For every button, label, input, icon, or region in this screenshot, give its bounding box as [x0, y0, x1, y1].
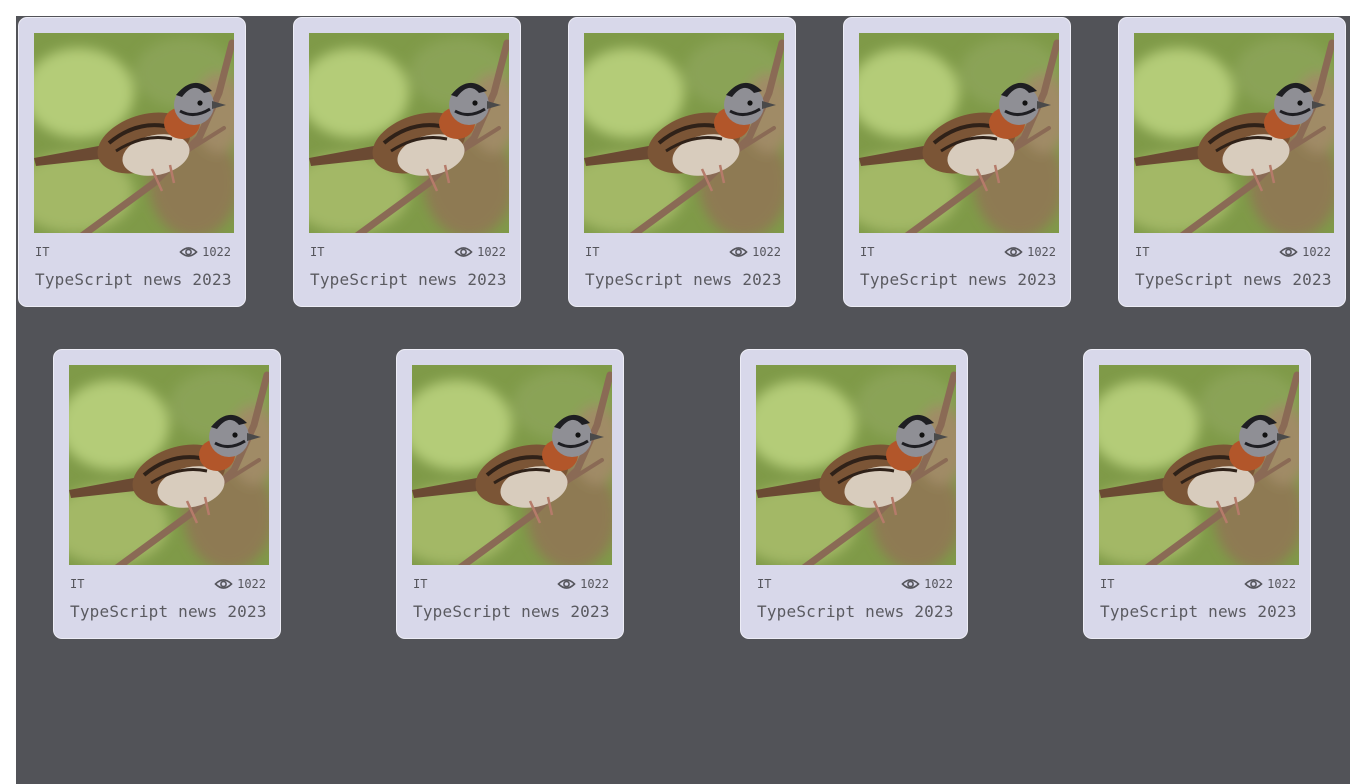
article-title[interactable]: TypeScript news 2023: [413, 602, 610, 621]
view-count-value: 1022: [1302, 245, 1331, 259]
article-title[interactable]: TypeScript news 2023: [860, 270, 1057, 289]
category-label: IT: [310, 245, 325, 259]
article-title[interactable]: TypeScript news 2023: [585, 270, 782, 289]
eye-icon: [214, 577, 233, 591]
article-image: [1134, 33, 1334, 233]
view-count-value: 1022: [1027, 245, 1056, 259]
category-label: IT: [1100, 577, 1115, 591]
article-image: [69, 365, 269, 565]
article-title[interactable]: TypeScript news 2023: [70, 602, 267, 621]
view-count: 1022: [1004, 245, 1056, 259]
eye-icon: [1004, 245, 1023, 259]
article-title[interactable]: TypeScript news 2023: [1135, 270, 1332, 289]
eye-icon: [901, 577, 920, 591]
category-label: IT: [35, 245, 50, 259]
eye-icon: [557, 577, 576, 591]
eye-icon: [729, 245, 748, 259]
view-count: 1022: [179, 245, 231, 259]
view-count-value: 1022: [752, 245, 781, 259]
article-card[interactable]: IT 1022 TypeScript news 2023: [293, 17, 521, 307]
category-label: IT: [1135, 245, 1150, 259]
view-count: 1022: [1279, 245, 1331, 259]
view-count: 1022: [729, 245, 781, 259]
view-count-value: 1022: [237, 577, 266, 591]
article-card[interactable]: IT 1022 TypeScript news 2023: [843, 17, 1071, 307]
view-count-value: 1022: [477, 245, 506, 259]
eye-icon: [1244, 577, 1263, 591]
article-image: [412, 365, 612, 565]
view-count: 1022: [1244, 577, 1296, 591]
article-card[interactable]: IT 1022 TypeScript news 2023: [18, 17, 246, 307]
view-count-value: 1022: [924, 577, 953, 591]
article-image: [859, 33, 1059, 233]
view-count: 1022: [214, 577, 266, 591]
view-count-value: 1022: [202, 245, 231, 259]
article-card[interactable]: IT 1022 TypeScript news 2023: [568, 17, 796, 307]
view-count: 1022: [557, 577, 609, 591]
article-card[interactable]: IT 1022 TypeScript news 2023: [396, 349, 624, 639]
article-title[interactable]: TypeScript news 2023: [1100, 602, 1297, 621]
article-card[interactable]: IT 1022 TypeScript news 2023: [1118, 17, 1346, 307]
article-image: [1099, 365, 1299, 565]
view-count-value: 1022: [580, 577, 609, 591]
article-card[interactable]: IT 1022 TypeScript news 2023: [740, 349, 968, 639]
view-count-value: 1022: [1267, 577, 1296, 591]
category-label: IT: [585, 245, 600, 259]
category-label: IT: [413, 577, 428, 591]
category-label: IT: [860, 245, 875, 259]
view-count: 1022: [901, 577, 953, 591]
article-card[interactable]: IT 1022 TypeScript news 2023: [1083, 349, 1311, 639]
category-label: IT: [757, 577, 772, 591]
article-image: [584, 33, 784, 233]
category-label: IT: [70, 577, 85, 591]
view-count: 1022: [454, 245, 506, 259]
article-card[interactable]: IT 1022 TypeScript news 2023: [53, 349, 281, 639]
article-image: [309, 33, 509, 233]
eye-icon: [179, 245, 198, 259]
card-grid: IT 1022 TypeScript news 2023 IT 1022 Typ…: [16, 16, 1350, 784]
article-title[interactable]: TypeScript news 2023: [757, 602, 954, 621]
article-title[interactable]: TypeScript news 2023: [35, 270, 232, 289]
eye-icon: [454, 245, 473, 259]
article-image: [756, 365, 956, 565]
article-image: [34, 33, 234, 233]
article-title[interactable]: TypeScript news 2023: [310, 270, 507, 289]
eye-icon: [1279, 245, 1298, 259]
